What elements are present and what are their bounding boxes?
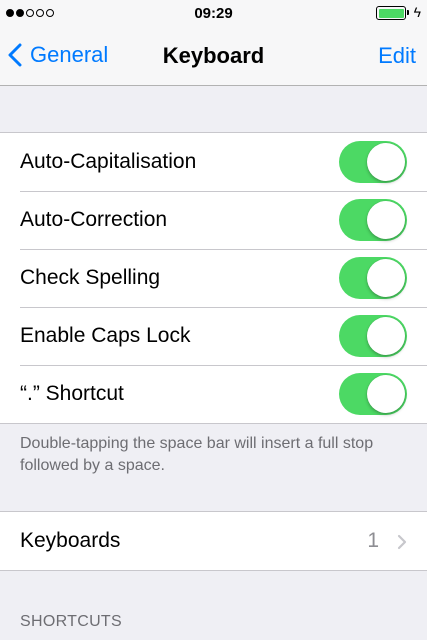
keyboards-count: 1 <box>367 529 379 552</box>
auto-correction-toggle[interactable] <box>339 199 407 241</box>
battery-icon <box>376 6 409 20</box>
keyboards-label: Keyboards <box>20 529 121 552</box>
setting-label: Check Spelling <box>20 266 161 289</box>
setting-row-auto-capitalisation: Auto-Capitalisation <box>0 133 427 191</box>
setting-row-check-spelling: Check Spelling <box>0 249 427 307</box>
auto-capitalisation-toggle[interactable] <box>339 141 407 183</box>
status-time: 09:29 <box>194 5 233 22</box>
keyboard-settings-group: Auto-Capitalisation Auto-Correction Chec… <box>0 132 427 424</box>
charging-bolt-icon: ϟ <box>413 4 421 20</box>
setting-label: Auto-Capitalisation <box>20 150 197 173</box>
setting-label: “.” Shortcut <box>20 382 124 405</box>
check-spelling-toggle[interactable] <box>339 257 407 299</box>
page-title: Keyboard <box>162 43 265 68</box>
chevron-right-icon <box>397 534 407 550</box>
period-shortcut-toggle[interactable] <box>339 373 407 415</box>
keyboards-group: Keyboards 1 <box>0 511 427 571</box>
shortcuts-section-header: SHORTCUTS <box>20 613 122 630</box>
navigation-bar: General Keyboard Edit <box>0 28 427 86</box>
setting-row-period-shortcut: “.” Shortcut <box>0 365 427 423</box>
keyboards-row[interactable]: Keyboards 1 <box>0 512 427 570</box>
enable-caps-lock-toggle[interactable] <box>339 315 407 357</box>
setting-label: Auto-Correction <box>20 208 168 231</box>
setting-row-enable-caps-lock: Enable Caps Lock <box>0 307 427 365</box>
status-bar: 09:29 ϟ <box>0 0 427 28</box>
edit-button[interactable]: Edit <box>378 43 416 69</box>
setting-label: Enable Caps Lock <box>20 324 191 347</box>
setting-row-auto-correction: Auto-Correction <box>0 191 427 249</box>
period-shortcut-description: Double-tapping the space bar will insert… <box>20 435 374 474</box>
